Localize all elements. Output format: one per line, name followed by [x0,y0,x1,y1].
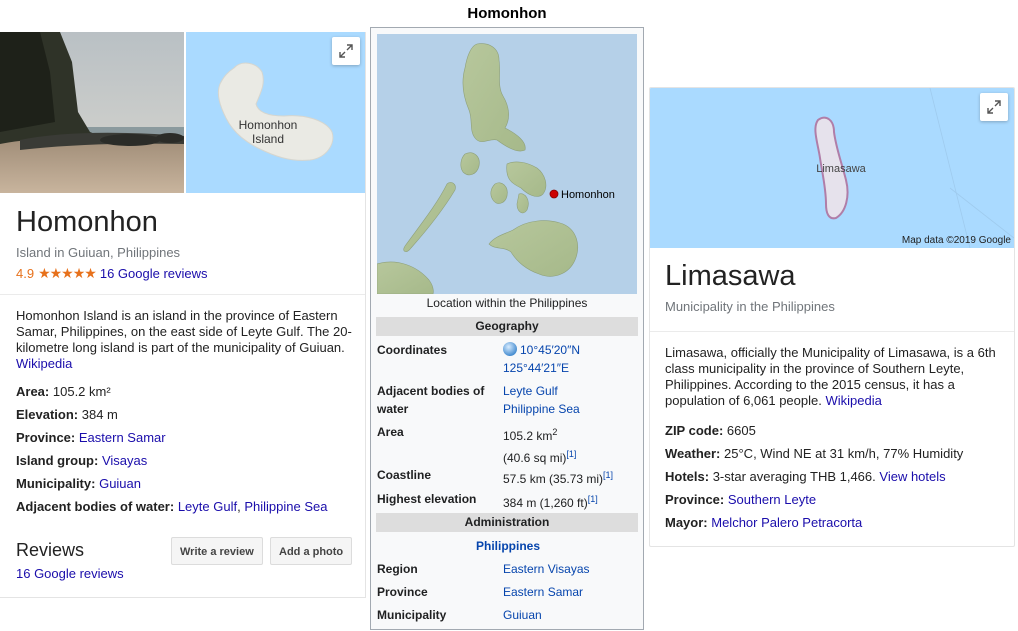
google-reviews-link[interactable]: 16 Google reviews [100,266,208,281]
homonhon-knowledge-panel: Homonhon Island Homonhon Island in Guiua… [0,32,366,598]
row-coordinates: Coordinates 10°45′20″N 125°44′21″E [377,342,581,375]
fact-mayor: Mayor: Melchor Palero Petracorta [665,515,863,530]
expand-map-button[interactable] [332,37,360,65]
country-link[interactable]: Philippines [476,539,540,553]
municipality-link[interactable]: Guiuan [99,476,141,491]
fact-province: Province: Southern Leyte [665,492,817,507]
add-photo-button[interactable]: Add a photo [270,537,353,565]
fact-municipality: Municipality: Guiuan [16,476,141,491]
limasawa-map-graphic: Limasawa [814,88,1014,249]
fact-weather: Weather: 25°C, Wind NE at 31 km/h, 77% H… [665,446,964,461]
map-label-line1: Homonhon [239,118,298,132]
panel-subtitle: Municipality in the Philippines [665,299,835,314]
wikipedia-infobox: Homonhon Location within the Philippines… [370,27,644,630]
rating-row: 4.9 ★★★★★ 16 Google reviews [16,265,208,282]
coordinates-link[interactable]: 10°45′20″N [520,343,580,357]
mayor-link[interactable]: Melchor Palero Petracorta [711,515,862,530]
description: Limasawa, officially the Municipality of… [665,345,1005,409]
fact-province: Province: Eastern Samar [16,430,166,445]
expand-map-button[interactable] [980,93,1008,121]
map-label-line2: Island [252,132,284,146]
view-hotels-link[interactable]: View hotels [879,469,945,484]
reviews-count-link[interactable]: 16 Google reviews [16,566,124,581]
limasawa-knowledge-panel: Limasawa Map data ©2019 Google Limasawa … [649,87,1015,547]
fact-hotels: Hotels: 3-star averaging THB 1,466. View… [665,469,946,484]
leyte-gulf-wiki-link[interactable]: Leyte Gulf [503,384,558,398]
philippine-sea-link[interactable]: Philippine Sea [244,499,327,514]
philippine-sea-wiki-link[interactable]: Philippine Sea [503,402,580,416]
province-link[interactable]: Southern Leyte [728,492,816,507]
description-text: Homonhon Island is an island in the prov… [16,308,352,355]
row-area: Area 105.2 km2 (40.6 sq mi)[1] [377,425,577,465]
philippines-location-map[interactable]: Homonhon [377,34,637,294]
fact-island-group: Island group: Visayas [16,453,148,468]
homonhon-mini-map[interactable]: Homonhon Island [186,32,365,193]
municipality-wiki-link[interactable]: Guiuan [503,608,542,622]
ref-link[interactable]: [1] [603,470,613,480]
description: Homonhon Island is an island in the prov… [16,308,354,372]
panel-subtitle: Island in Guiuan, Philippines [16,245,181,260]
infobox-title: Homonhon [467,5,547,22]
geography-header: Geography [376,317,638,336]
map-caption: Location within the Philippines [426,296,588,310]
facts-list: ZIP code: 6605 Weather: 25°C, Wind NE at… [665,419,963,534]
divider [0,294,365,295]
rating-value: 4.9 [16,266,35,281]
star-rating-icon: ★★★★★ [38,265,97,281]
map-attribution: Map data ©2019 Google [901,235,1011,246]
divider [650,331,1014,332]
leyte-gulf-link[interactable]: Leyte Gulf [178,499,237,514]
island-group-link[interactable]: Visayas [102,453,147,468]
fact-adjacent-water: Adjacent bodies of water: Leyte Gulf, Ph… [16,499,328,514]
panel-title: Homonhon [16,206,158,238]
coordinates-link-2[interactable]: 125°44′21″E [503,361,569,375]
wikipedia-link[interactable]: Wikipedia [16,356,72,371]
map-marker-label: Homonhon [561,189,615,201]
row-country: Philippines [377,537,639,555]
row-adjacent-water: Adjacent bodies of water Leyte Gulf Phili… [377,384,580,416]
map-label: Limasawa [816,163,866,175]
expand-icon [987,100,1001,114]
wikipedia-link[interactable]: Wikipedia [825,393,881,408]
expand-icon [339,44,353,58]
fact-area: Area: 105.2 km² [16,384,111,399]
location-pin-icon [549,189,559,199]
facts-list: Area: 105.2 km² Elevation: 384 m Provinc… [16,380,327,518]
fact-zip: ZIP code: 6605 [665,423,756,438]
region-link[interactable]: Eastern Visayas [503,562,590,576]
panel-title: Limasawa [665,260,796,292]
ref-link[interactable]: [1] [588,494,598,504]
island-photo[interactable] [0,32,184,193]
province-link[interactable]: Eastern Samar [79,430,166,445]
globe-icon [503,342,517,356]
limasawa-mini-map[interactable]: Limasawa Map data ©2019 Google [650,88,1014,249]
province-wiki-link[interactable]: Eastern Samar [503,585,583,599]
ref-link[interactable]: [1] [566,449,576,459]
administration-header: Administration [376,513,638,532]
reviews-heading: Reviews [16,540,85,560]
write-review-button[interactable]: Write a review [171,537,263,565]
philippines-map-graphic: Homonhon [377,34,637,294]
fact-elevation: Elevation: 384 m [16,407,118,422]
